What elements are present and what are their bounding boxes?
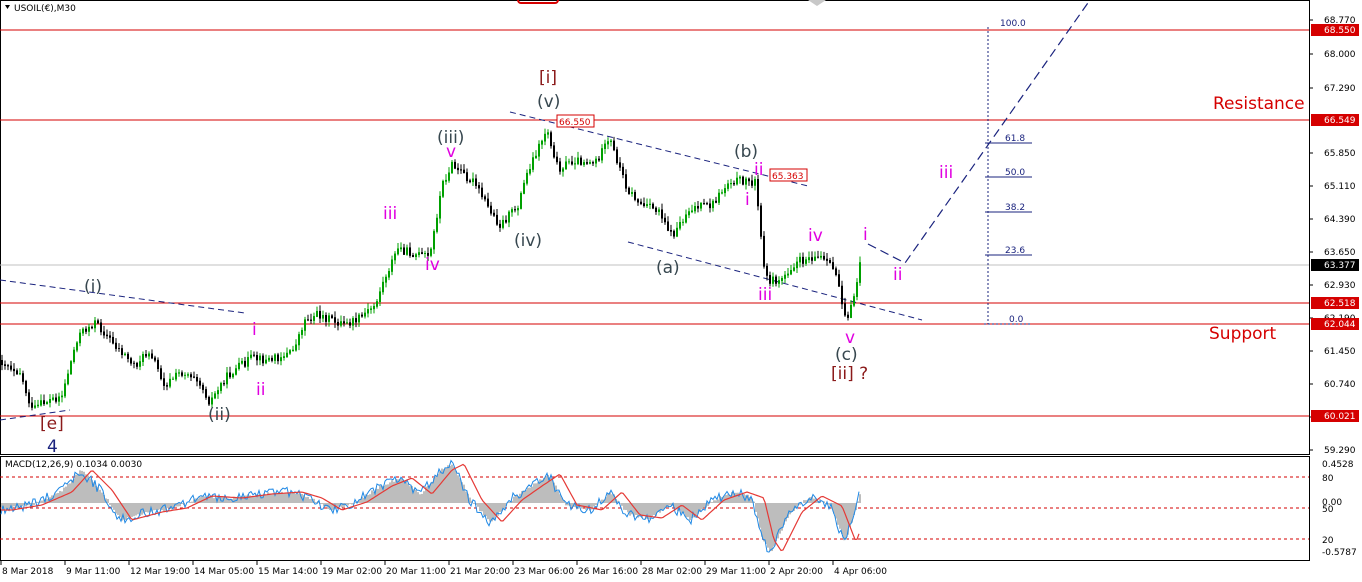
svg-text:65.363: 65.363 xyxy=(772,172,804,182)
time-label: 20 Mar 11:00 xyxy=(386,567,446,577)
wave-label-a-paren: (a) xyxy=(656,258,680,278)
wave-label-i-bracket: [i] xyxy=(539,68,557,88)
time-label: 23 Mar 06:00 xyxy=(514,567,574,577)
price-box-66550[interactable]: 66.550 xyxy=(556,114,595,128)
price-highlight-label: 66.549 xyxy=(1324,116,1356,126)
wave-label-v-paren: (v) xyxy=(537,92,560,112)
wave-label-m-ii-3: ii xyxy=(893,265,902,285)
main-panel[interactable] xyxy=(0,0,1310,455)
macd-label: MACD(12,26,9) 0.1034 0.0030 xyxy=(5,460,142,470)
price-tick-label: 65.850 xyxy=(1324,149,1356,159)
time-label: 2 Apr 20:00 xyxy=(770,567,823,577)
price-tick-label: 61.450 xyxy=(1324,347,1356,357)
fib-label-61-8: 61.8 xyxy=(1005,134,1025,144)
symbol-label: USOIL(€),M30 xyxy=(14,4,76,14)
wave-label-m-v-1: v xyxy=(446,142,456,162)
wave-label-m-i-3: i xyxy=(863,225,868,245)
wave-label-m-iv-1: iv xyxy=(425,255,440,275)
wave-label-m-v-2: v xyxy=(845,328,855,348)
price-tick-label: 63.650 xyxy=(1324,248,1356,258)
macd-scale-50: 50 xyxy=(1322,505,1334,515)
time-label: 8 Mar 2018 xyxy=(2,567,54,577)
fib-label-23-6: 23.6 xyxy=(1005,246,1025,256)
price-chart[interactable]: USOIL(€),M30 100.0 61.8 50.0 38.2 23.6 0… xyxy=(0,0,1362,582)
macd-scale-bottom: -0.5787 xyxy=(1322,548,1357,558)
fib-label-38-2: 38.2 xyxy=(1005,203,1025,213)
time-label: 15 Mar 14:00 xyxy=(258,567,318,577)
wave-label-m-i-1: i xyxy=(252,320,257,340)
wave-label-iv-paren: (iv) xyxy=(514,231,542,251)
support-label: Support xyxy=(1209,324,1277,344)
macd-scale-top: 0.4528 xyxy=(1322,460,1354,470)
fib-label-50: 50.0 xyxy=(1005,168,1025,178)
wave-label-m-iv-2: iv xyxy=(808,226,823,246)
wave-label-i-paren: (i) xyxy=(84,277,102,297)
wave-label-ii-bracket: [ii] ? xyxy=(831,364,868,384)
price-box-65363[interactable]: 65.363 xyxy=(769,168,808,182)
price-tick-label: 67.290 xyxy=(1324,84,1356,94)
fib-label-0: 0.0 xyxy=(1009,315,1024,325)
time-label: 21 Mar 20:00 xyxy=(450,567,510,577)
wave-label-ii-paren: (ii) xyxy=(208,405,231,425)
time-label: 14 Mar 05:00 xyxy=(194,567,254,577)
wave-label-4: 4 xyxy=(47,437,58,457)
wave-label-m-iii-3: iii xyxy=(939,163,953,183)
price-tick-label: 59.290 xyxy=(1324,446,1356,456)
wave-label-m-ii-2: ii xyxy=(754,160,763,180)
time-label: 9 Mar 11:00 xyxy=(66,567,121,577)
fib-label-100: 100.0 xyxy=(1000,19,1026,29)
time-label: 4 Apr 06:00 xyxy=(834,567,887,577)
time-label: 29 Mar 11:00 xyxy=(706,567,766,577)
time-label: 12 Mar 19:00 xyxy=(130,567,190,577)
wave-label-m-ii-1: ii xyxy=(256,380,265,400)
price-tick-label: 60.740 xyxy=(1324,380,1356,390)
time-label: 19 Mar 02:00 xyxy=(322,567,382,577)
wave-label-m-i-2: i xyxy=(745,190,750,210)
price-highlight-label: 63.377 xyxy=(1324,261,1356,271)
wave-label-m-iii-1: iii xyxy=(383,204,397,224)
price-highlight-label: 62.044 xyxy=(1324,320,1356,330)
time-axis[interactable]: 8 Mar 2018 9 Mar 11:00 12 Mar 19:00 14 Mar … xyxy=(0,561,887,577)
price-highlight-label: 68.550 xyxy=(1324,26,1356,36)
time-label: 26 Mar 16:00 xyxy=(578,567,638,577)
price-highlight-label: 62.518 xyxy=(1324,299,1356,309)
price-axis[interactable]: 68.77068.00067.29065.85065.11064.39063.6… xyxy=(1309,16,1359,456)
price-tick-label: 65.110 xyxy=(1324,182,1356,192)
wave-label-b-paren: (b) xyxy=(734,142,758,162)
macd-scale-20: 20 xyxy=(1322,536,1334,546)
price-tick-label: 68.000 xyxy=(1324,50,1356,60)
svg-text:66.550: 66.550 xyxy=(559,118,591,128)
wave-label-e: [e] xyxy=(40,414,64,434)
price-tick-label: 64.390 xyxy=(1324,215,1356,225)
price-tick-label: 62.930 xyxy=(1324,281,1356,291)
macd-scale-80: 80 xyxy=(1322,474,1334,484)
time-label: 28 Mar 02:00 xyxy=(642,567,702,577)
wave-label-c-paren: (c) xyxy=(835,345,858,365)
price-highlight-label: 60.021 xyxy=(1324,412,1356,422)
wave-label-m-iii-2: iii xyxy=(758,285,772,305)
resistance-label: Resistance xyxy=(1213,94,1305,114)
